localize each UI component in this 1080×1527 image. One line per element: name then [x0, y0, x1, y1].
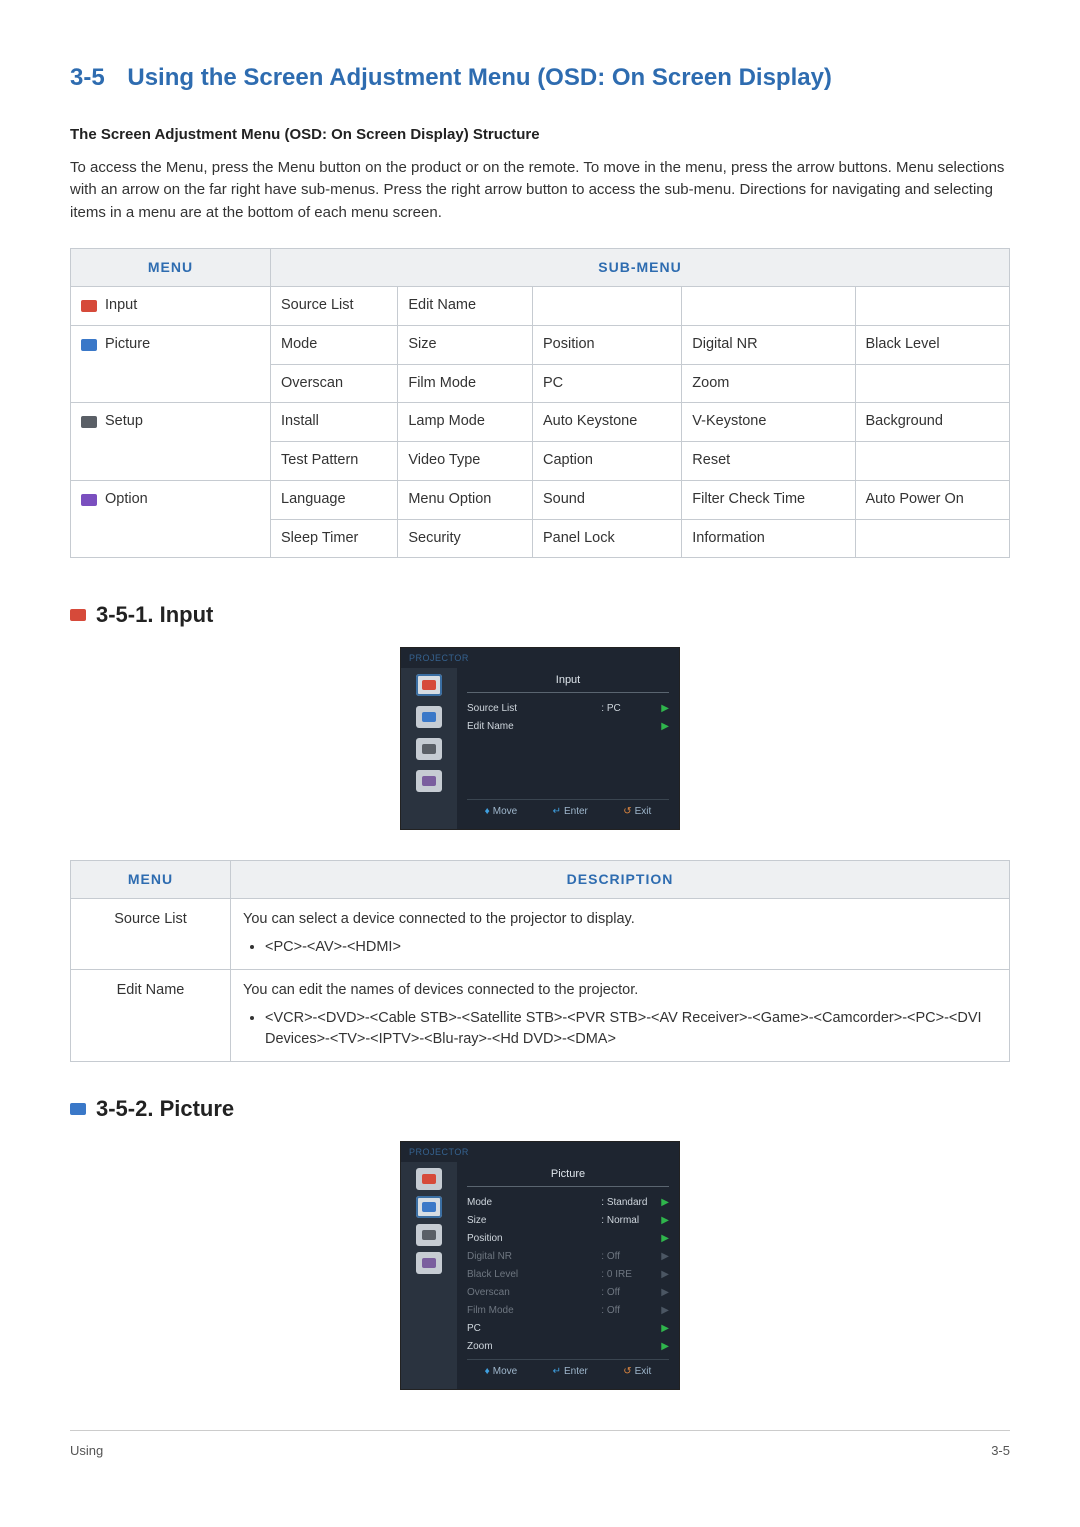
osd-row: Position▶	[467, 1229, 669, 1247]
picture-icon	[70, 1103, 86, 1115]
osd-brand: PROJECTOR	[401, 648, 679, 668]
menu-input: Input	[71, 287, 271, 326]
subsection-352: 3-5-2. Picture	[70, 1092, 1010, 1125]
chevron-right-icon: ▶	[661, 1267, 669, 1282]
page-footer: Using 3-5	[70, 1430, 1010, 1461]
osd-row: Digital NR: Off▶	[467, 1247, 669, 1265]
desc-row-body: You can edit the names of devices connec…	[231, 969, 1010, 1061]
osd-nav-picture-icon	[416, 1196, 442, 1218]
osd-row: Mode: Standard▶	[467, 1193, 669, 1211]
chevron-right-icon: ▶	[661, 719, 669, 734]
chevron-right-icon: ▶	[661, 1231, 669, 1246]
osd-screenshot-input: PROJECTOR Input Source List : PC ▶ Edit …	[400, 647, 680, 830]
footer-left: Using	[70, 1441, 103, 1461]
osd-row: Overscan: Off▶	[467, 1283, 669, 1301]
intro-text: To access the Menu, press the Menu butto…	[70, 157, 1010, 225]
option-icon	[81, 494, 97, 506]
input-icon	[70, 609, 86, 621]
osd-row: Size: Normal▶	[467, 1211, 669, 1229]
section-number: 3-5	[70, 64, 105, 91]
chevron-right-icon: ▶	[661, 1213, 669, 1228]
structure-heading: The Screen Adjustment Menu (OSD: On Scre…	[70, 124, 1010, 147]
osd-nav-picture-icon	[416, 706, 442, 728]
osd-nav-option-icon	[416, 1252, 442, 1274]
menu-setup: Setup	[71, 403, 271, 481]
section-heading: 3-5 Using the Screen Adjustment Menu (OS…	[70, 60, 1010, 96]
input-description-table: MENU DESCRIPTION Source List You can sel…	[70, 860, 1010, 1062]
osd-nav-option-icon	[416, 770, 442, 792]
th-menu: MENU	[71, 861, 231, 899]
osd-row: Film Mode: Off▶	[467, 1301, 669, 1319]
osd-row: Black Level: 0 IRE▶	[467, 1265, 669, 1283]
chevron-right-icon: ▶	[661, 1195, 669, 1210]
osd-title: Input	[467, 668, 669, 694]
osd-nav-input-icon	[416, 674, 442, 696]
subsection-351: 3-5-1. Input	[70, 598, 1010, 631]
th-description: DESCRIPTION	[231, 861, 1010, 899]
chevron-right-icon: ▶	[661, 1339, 669, 1354]
desc-row-label: Source List	[71, 899, 231, 970]
osd-row: PC▶	[467, 1319, 669, 1337]
osd-nav-input-icon	[416, 1168, 442, 1190]
osd-footer: ♦Move ↵Enter ↺Exit	[467, 799, 669, 823]
menu-option: Option	[71, 480, 271, 558]
osd-nav-setup-icon	[416, 1224, 442, 1246]
menu-picture: Picture	[71, 325, 271, 403]
osd-title: Picture	[467, 1162, 669, 1188]
chevron-right-icon: ▶	[661, 701, 669, 716]
th-submenu: SUB-MENU	[271, 249, 1010, 287]
chevron-right-icon: ▶	[661, 1303, 669, 1318]
osd-row: Zoom▶	[467, 1337, 669, 1355]
picture-icon	[81, 339, 97, 351]
input-icon	[81, 300, 97, 312]
osd-row: Edit Name ▶	[467, 717, 669, 735]
osd-nav-setup-icon	[416, 738, 442, 760]
chevron-right-icon: ▶	[661, 1321, 669, 1336]
chevron-right-icon: ▶	[661, 1249, 669, 1264]
chevron-right-icon: ▶	[661, 1285, 669, 1300]
desc-row-label: Edit Name	[71, 969, 231, 1061]
section-title: Using the Screen Adjustment Menu (OSD: O…	[127, 64, 832, 91]
th-menu: MENU	[71, 249, 271, 287]
osd-row: Source List : PC ▶	[467, 699, 669, 717]
osd-footer: ♦Move ↵Enter ↺Exit	[467, 1359, 669, 1383]
setup-icon	[81, 416, 97, 428]
footer-right: 3-5	[991, 1441, 1010, 1461]
desc-row-body: You can select a device connected to the…	[231, 899, 1010, 970]
osd-brand: PROJECTOR	[401, 1142, 679, 1162]
osd-screenshot-picture: PROJECTOR Picture Mode: Standard▶Size: N…	[400, 1141, 680, 1390]
osd-structure-table: MENU SUB-MENU Input Source List Edit Nam…	[70, 248, 1010, 558]
